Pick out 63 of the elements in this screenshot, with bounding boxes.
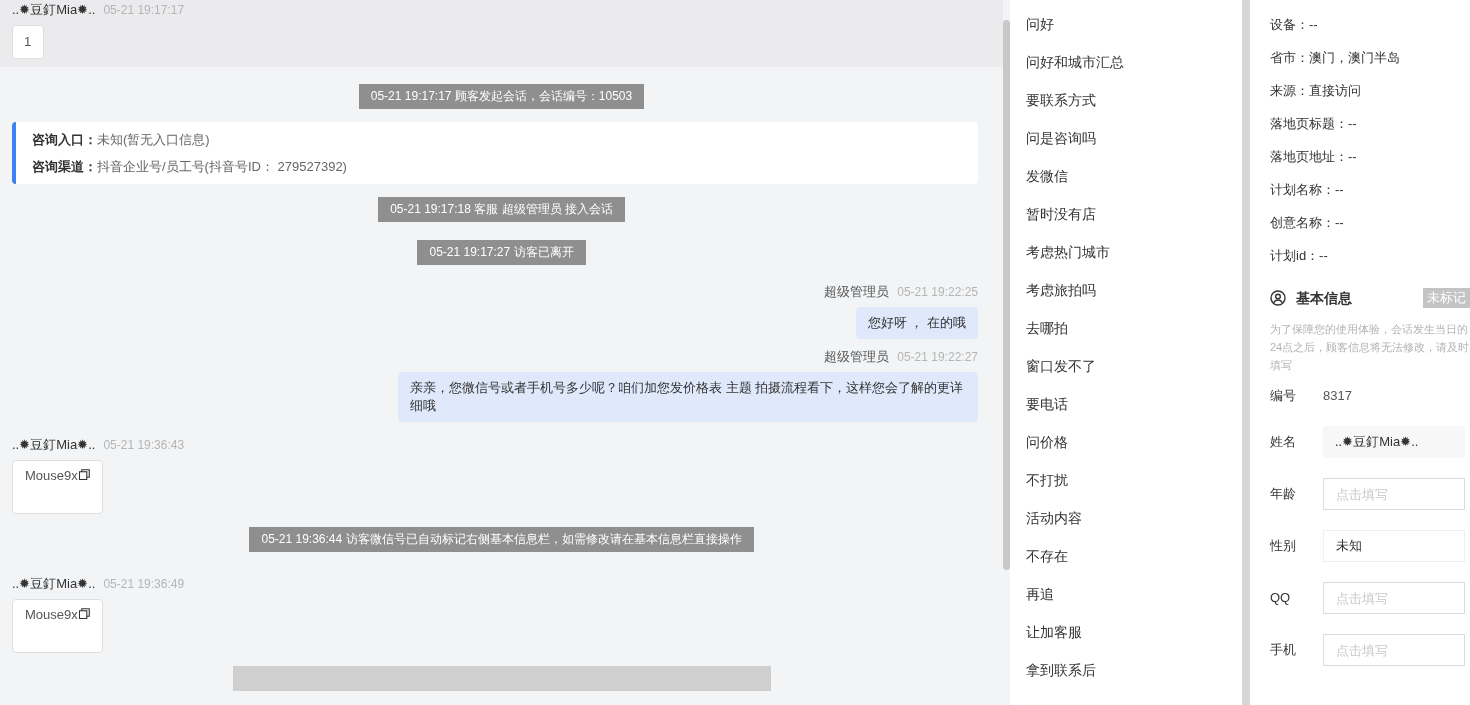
detail-line: 落地页标题：-- [1270, 116, 1357, 131]
system-message: 05-21 19:36:44 访客微信号已自动标记右侧基本信息栏，如需修改请在基本信息栏直接操作 [249, 527, 754, 552]
quick-reply-item[interactable]: 问是咨询吗 [1026, 127, 1096, 165]
gender-select[interactable]: 未知 [1323, 530, 1465, 562]
message-time: 05-21 19:36:49 [103, 576, 185, 593]
quick-reply-item[interactable]: 让加客服 [1026, 621, 1082, 659]
quick-reply-item[interactable]: 去哪拍 [1026, 317, 1068, 355]
user-circle-icon [1270, 290, 1286, 306]
message-text: Mouse9x [25, 467, 78, 485]
quick-reply-item[interactable]: 拿到联系后 [1026, 659, 1096, 697]
message-time: 05-21 19:36:43 [103, 437, 185, 454]
quick-reply-item[interactable]: 暂时没有店 [1026, 203, 1096, 241]
quick-reply-item[interactable]: 考虑热门城市 [1026, 241, 1110, 279]
info-line: 咨询渠道：抖音企业号/员工号(抖音号ID： 279527392) [32, 158, 348, 176]
quick-reply-item[interactable]: 再追 [1026, 583, 1054, 621]
detail-line: 计划id：-- [1270, 248, 1328, 263]
message-bubble: 您好呀 ， 在的哦 [855, 307, 978, 339]
copy-icon[interactable] [78, 469, 90, 480]
name-field[interactable]: ..✹豆釘Mia✹.. [1323, 426, 1465, 458]
quick-reply-item[interactable]: 要联系方式 [1026, 89, 1096, 127]
quick-reply-item[interactable]: 考虑旅拍吗 [1026, 279, 1096, 317]
sender-name: 超级管理员 [824, 283, 890, 302]
field-label: 手机 [1270, 641, 1297, 660]
scrollbar[interactable] [1003, 20, 1010, 570]
field-label: QQ [1270, 589, 1292, 608]
quick-reply-item[interactable]: 发微信 [1026, 165, 1068, 203]
message-time: 05-21 19:17:17 [103, 2, 185, 19]
copy-icon[interactable] [78, 608, 90, 619]
field-label: 姓名 [1270, 433, 1297, 452]
quick-reply-item[interactable]: 问价格 [1026, 431, 1068, 469]
detail-line: 创意名称：-- [1270, 215, 1344, 230]
system-message: 05-21 19:17:18 客服 超级管理员 接入会话 [378, 197, 625, 222]
notice-text: 为了保障您的使用体验，会话发生当日的24点之后，顾客信息将无法修改，请及时填写 [1270, 322, 1470, 373]
quick-reply-item[interactable]: 问好 [1026, 13, 1054, 51]
message-time: 05-21 19:22:27 [897, 349, 978, 366]
quick-reply-item[interactable]: 要电话 [1026, 393, 1068, 431]
field-label: 年龄 [1270, 485, 1297, 504]
detail-line: 落地页地址：-- [1270, 149, 1357, 164]
sender-name: ..✹豆釘Mia✹.. [12, 436, 96, 455]
field-value: 8317 [1323, 387, 1352, 406]
quick-reply-item[interactable]: 问好和城市汇总 [1026, 51, 1124, 89]
message-text: Mouse9x [25, 606, 78, 624]
detail-line: 来源：直接访问 [1270, 83, 1361, 98]
message-time: 05-21 19:22:25 [897, 284, 978, 301]
message-text: 1 [24, 33, 32, 52]
section-title: 基本信息 [1296, 288, 1352, 308]
field-label: 编号 [1270, 387, 1297, 406]
system-message: 05-21 19:17:27 访客已离开 [417, 240, 586, 265]
detail-line: 计划名称：-- [1270, 182, 1344, 197]
field-label: 性别 [1270, 537, 1297, 556]
sender-name: 超级管理员 [824, 348, 890, 367]
detail-line: 设备：-- [1270, 17, 1318, 32]
quick-reply-item[interactable]: 不存在 [1026, 545, 1068, 583]
sender-name: ..✹豆釘Mia✹.. [12, 575, 96, 594]
detail-line: 省市：澳门，澳门半岛 [1270, 50, 1400, 65]
quick-reply-item[interactable]: 窗口发不了 [1026, 355, 1096, 393]
status-badge: 未标记 [1423, 288, 1470, 308]
sender-name: ..✹豆釘Mia✹.. [12, 1, 96, 20]
info-line: 咨询入口：未知(暂无入口信息) [32, 131, 211, 149]
system-message: 05-21 19:17:17 顾客发起会话，会话编号：10503 [358, 84, 645, 109]
message-bubble: 亲亲，您微信号或者手机号多少呢？咱们加您发价格表 主题 拍摄流程看下，这样您会了解的更详细哦 [398, 372, 978, 422]
quick-reply-item[interactable]: 活动内容 [1026, 507, 1082, 545]
quick-reply-item[interactable]: 不打扰 [1026, 469, 1068, 507]
